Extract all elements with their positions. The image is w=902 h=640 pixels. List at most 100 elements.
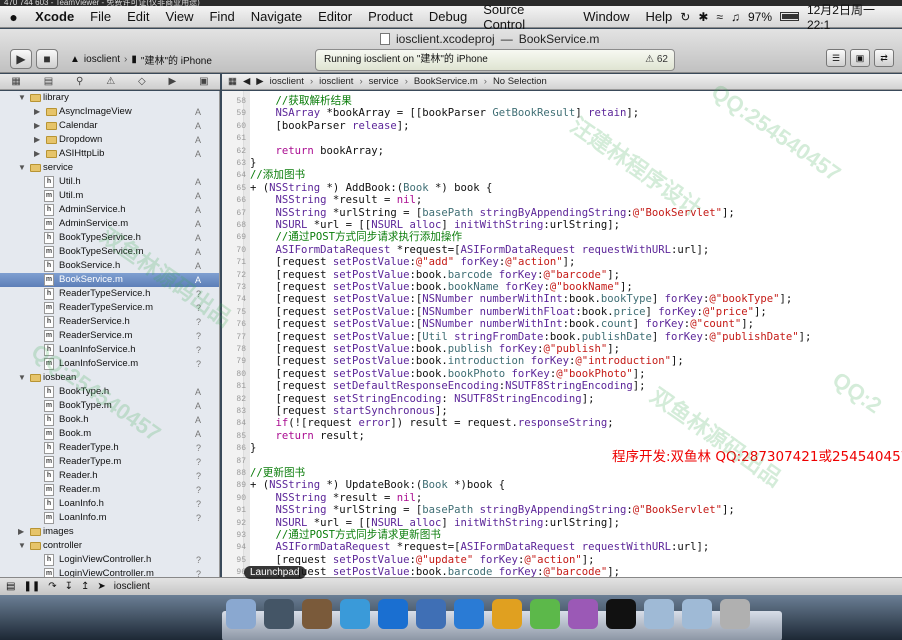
code-line[interactable]: + (NSString *) AddBook:(Book *) book { — [250, 182, 492, 194]
log-navigator-icon[interactable]: ▣ — [199, 76, 208, 87]
jump-symbol[interactable]: No Selection — [493, 76, 547, 87]
navigator-file[interactable]: m Reader.m? — [0, 483, 219, 497]
menu-product[interactable]: Product — [360, 9, 421, 24]
editor-assistant-button[interactable]: ▣ — [850, 49, 870, 67]
bike-icon[interactable] — [568, 599, 598, 629]
code-line[interactable]: //通过POST方式同步请求执行添加操作 — [250, 231, 463, 243]
editor-standard-button[interactable]: ☰ — [826, 49, 846, 67]
battery-percent[interactable]: 97% — [748, 10, 772, 24]
source-editor[interactable]: 58 //获取解析结果 59 NSArray *bookArray = [[boo… — [222, 91, 902, 577]
code-line[interactable]: [request setPostValue:book.bookName forK… — [250, 281, 633, 293]
disclosure-open-icon[interactable]: ▼ — [18, 161, 26, 175]
rocket-icon[interactable] — [264, 599, 294, 629]
safari-icon[interactable] — [454, 599, 484, 629]
navigator-file[interactable]: h BookType.h A — [0, 385, 219, 399]
hide-debug-icon[interactable]: ▤ — [6, 581, 15, 592]
disclosure-closed-icon[interactable]: ▶ — [34, 147, 40, 161]
code-line[interactable]: //获取解析结果 — [250, 95, 352, 107]
disclosure-closed-icon[interactable]: ▶ — [34, 119, 40, 133]
code-line[interactable]: NSString *result = nil; — [250, 492, 423, 504]
warning-count[interactable]: ⚠ 62 — [645, 50, 668, 70]
menu-source-control[interactable]: Source Control — [475, 2, 575, 32]
jump-group[interactable]: iosclient — [319, 76, 353, 87]
trash-icon[interactable] — [720, 599, 750, 629]
code-line[interactable]: NSString *urlString = [basePath stringBy… — [250, 207, 735, 219]
debug-navigator-icon[interactable]: ◇ — [138, 76, 146, 87]
disclosure-open-icon[interactable]: ▼ — [18, 91, 26, 105]
symbol-navigator-icon[interactable]: ▤ — [44, 76, 53, 87]
disclosure-closed-icon[interactable]: ▶ — [34, 133, 40, 147]
navigator-group[interactable]: ▼ service — [0, 161, 219, 175]
navigator-group[interactable]: ▶ images — [0, 525, 219, 539]
code-line[interactable]: //通过POST方式同步请求更新图书 — [250, 529, 441, 541]
stop-button[interactable]: ■ — [36, 49, 58, 69]
navigator-file[interactable]: h LoanInfoService.h? — [0, 343, 219, 357]
pause-icon[interactable]: ❚❚ — [23, 581, 40, 592]
navigator-file[interactable]: m BookTypeService.m A — [0, 245, 219, 259]
navigator-group[interactable]: ▶ Dropdown A — [0, 133, 219, 147]
navigator-file[interactable]: h Reader.h? — [0, 469, 219, 483]
menu-window[interactable]: Window — [575, 9, 637, 24]
bluetooth-icon[interactable]: ✱ — [698, 10, 708, 24]
breakpoint-navigator-icon[interactable]: ▶ — [169, 76, 177, 87]
code-line[interactable]: [request startSynchronous]; — [250, 405, 448, 417]
clock[interactable]: 12月2日周一 22:1 — [807, 1, 896, 32]
menu-edit[interactable]: Edit — [119, 9, 157, 24]
finder-icon[interactable] — [226, 599, 256, 629]
code-line[interactable]: [request setPostValue:[NSNumber numberWi… — [250, 293, 793, 305]
add-icon[interactable] — [530, 599, 560, 629]
back-icon[interactable]: ◀ — [243, 76, 250, 87]
navigator-file[interactable]: m LoginViewController.m? — [0, 567, 219, 577]
folder-icon[interactable] — [644, 599, 674, 629]
menu-navigate[interactable]: Navigate — [243, 9, 310, 24]
scheme-selector[interactable]: ▲ iosclient › ▮ "建林"的 iPhone — [70, 49, 212, 69]
folder-icon[interactable] — [682, 599, 712, 629]
project-navigator-icon[interactable]: ▦ — [11, 76, 20, 87]
menu-find[interactable]: Find — [201, 9, 242, 24]
disclosure-open-icon[interactable]: ▼ — [18, 539, 26, 553]
code-line[interactable]: + (NSString *) UpdateBook:(Book *)book { — [250, 479, 505, 491]
navigator-file[interactable]: h ReaderType.h? — [0, 441, 219, 455]
code-line[interactable]: [request setPostValue:book.bookPhoto for… — [250, 368, 646, 380]
navigator-file[interactable]: m BookType.m A — [0, 399, 219, 413]
code-line[interactable]: [request setPostValue:book.publish forKe… — [250, 343, 621, 355]
menu-file[interactable]: File — [82, 9, 119, 24]
navigator-group[interactable]: ▶ Calendar A — [0, 119, 219, 133]
menu-view[interactable]: View — [158, 9, 202, 24]
navigator-file[interactable]: h AdminService.h A — [0, 203, 219, 217]
menu-editor[interactable]: Editor — [310, 9, 360, 24]
code-line[interactable]: NSString *result = nil; — [250, 194, 423, 206]
qq-icon[interactable] — [606, 599, 636, 629]
navigator-group[interactable]: ▼ library — [0, 91, 219, 105]
code-line[interactable]: NSArray *bookArray = [[bookParser GetBoo… — [250, 107, 640, 119]
issue-navigator-icon[interactable]: ⚠ — [106, 76, 115, 87]
step-into-icon[interactable]: ↧ — [65, 581, 73, 592]
navigator-file[interactable]: m LoanInfoService.m? — [0, 357, 219, 371]
navigator-group[interactable]: ▼ controller — [0, 539, 219, 553]
step-out-icon[interactable]: ↥ — [81, 581, 89, 592]
menu-app-name[interactable]: Xcode — [27, 9, 82, 24]
jump-file[interactable]: BookService.m — [414, 76, 478, 87]
disclosure-closed-icon[interactable]: ▶ — [34, 105, 40, 119]
jump-project[interactable]: iosclient — [270, 76, 304, 87]
menu-help[interactable]: Help — [638, 9, 681, 24]
navigator-file[interactable]: m ReaderService.m? — [0, 329, 219, 343]
search-navigator-icon[interactable]: ⚲ — [76, 76, 83, 87]
code-line[interactable]: [request setPostValue:book.introduction … — [250, 355, 684, 367]
code-line[interactable]: //更新图书 — [250, 467, 305, 479]
code-line[interactable]: [request setStringEncoding: NSUTF8String… — [250, 393, 595, 405]
apple-menu-icon[interactable]: ● — [0, 9, 27, 25]
location-icon[interactable]: ➤ — [97, 581, 105, 592]
navigator-file[interactable]: m LoanInfo.m? — [0, 511, 219, 525]
code-line[interactable]: return result; — [250, 430, 365, 442]
menu-debug[interactable]: Debug — [421, 9, 475, 24]
navigator-file[interactable]: m ReaderType.m? — [0, 455, 219, 469]
code-line[interactable]: NSString *urlString = [basePath stringBy… — [250, 504, 735, 516]
code-line[interactable]: [request setPostValue:[Util stringFromDa… — [250, 331, 812, 343]
code-line[interactable]: } — [250, 157, 256, 169]
code-line[interactable]: } — [250, 442, 256, 454]
navigator-group[interactable]: ▼ iosbean — [0, 371, 219, 385]
navigator-group[interactable]: ▶ AsyncImageView A — [0, 105, 219, 119]
code-line[interactable]: NSURL *url = [[NSURL alloc] initWithStri… — [250, 219, 620, 231]
code-line[interactable]: NSURL *url = [[NSURL alloc] initWithStri… — [250, 517, 620, 529]
